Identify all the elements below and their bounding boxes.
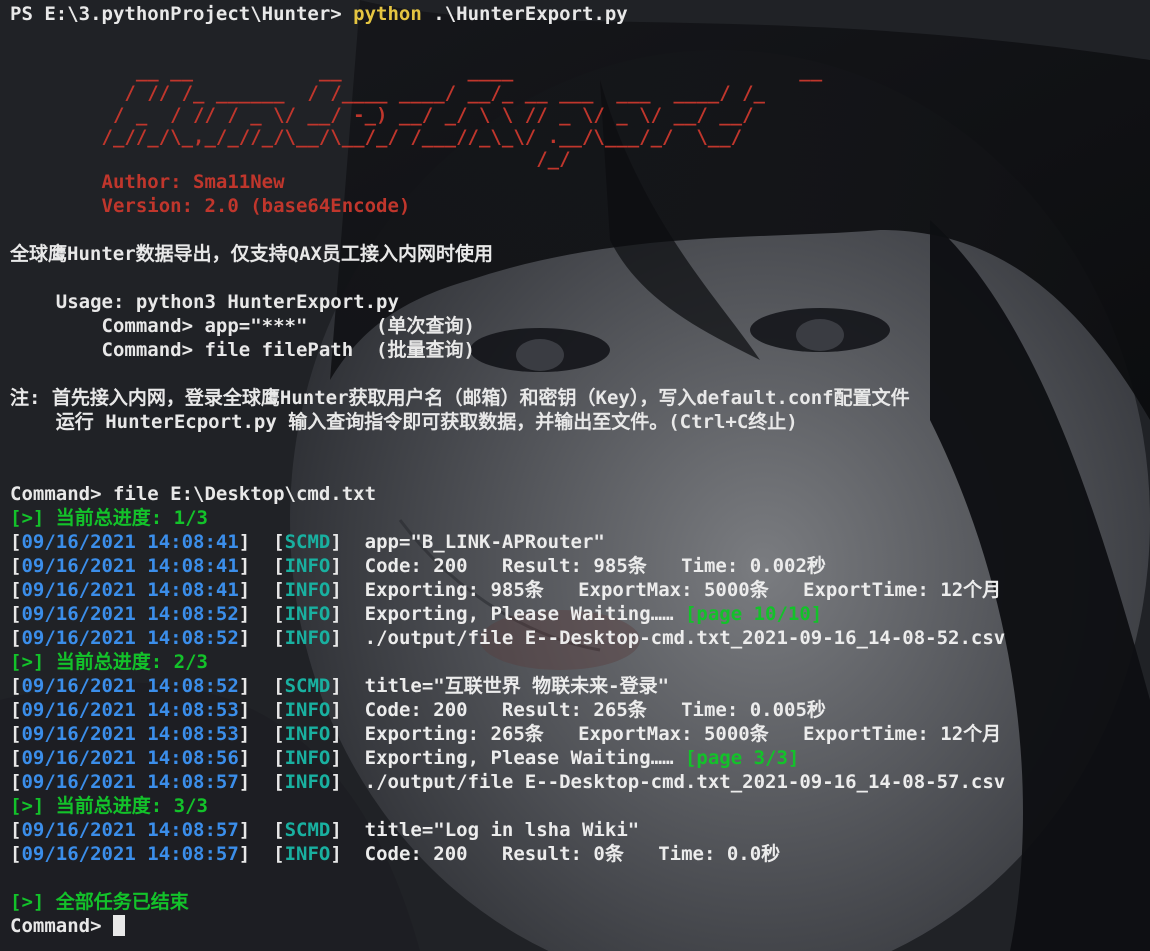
progress-line: [>] 当前总进度: 1/3 <box>10 507 208 529</box>
ascii-banner-line: / // /_ ______ / /____ ____/ __/_ __ ___… <box>10 82 765 104</box>
log-timestamp: 09/16/2021 14:08:53 <box>21 699 239 721</box>
log-timestamp: 09/16/2021 14:08:56 <box>21 747 239 769</box>
log-level: INFO <box>284 699 331 721</box>
usage-line: Command> app="***" (单次查询) <box>10 315 475 337</box>
log-level: INFO <box>284 747 331 769</box>
log-timestamp: 09/16/2021 14:08:53 <box>21 723 239 745</box>
log-message: title="Log in lsha Wiki" <box>364 819 640 841</box>
log-message: app="B_LINK-APRouter" <box>364 531 605 553</box>
log-message: title="互联世界 物联未来-登录" <box>364 675 670 697</box>
usage-line: Usage: python3 HunterExport.py <box>10 291 399 313</box>
log-entry: [09/16/2021 14:08:53] [INFO] Exporting: … <box>10 723 1002 745</box>
ascii-banner-line: __ __ __ ____ __ <box>10 60 823 82</box>
log-message: Exporting, Please Waiting…… <box>364 747 674 769</box>
log-level: SCMD <box>284 531 331 553</box>
log-level: INFO <box>284 555 331 577</box>
author-line: Author: Sma11New <box>10 171 285 193</box>
progress-line: [>] 当前总进度: 2/3 <box>10 651 208 673</box>
progress-line: [>] 当前总进度: 3/3 <box>10 795 208 817</box>
log-entry: [09/16/2021 14:08:52] [INFO] Exporting, … <box>10 603 823 625</box>
log-entry: [09/16/2021 14:08:41] [INFO] Exporting: … <box>10 579 1002 601</box>
log-message: ./output/file E--Desktop-cmd.txt_2021-09… <box>364 627 1006 649</box>
log-entry: [09/16/2021 14:08:41] [SCMD] app="B_LINK… <box>10 531 605 553</box>
log-page-indicator: [page 10/10] <box>684 603 823 625</box>
log-message: ./output/file E--Desktop-cmd.txt_2021-09… <box>364 771 1006 793</box>
log-output: [>] 当前总进度: 1/3 [09/16/2021 14:08:41] [SCM… <box>10 506 1150 866</box>
log-timestamp: 09/16/2021 14:08:41 <box>21 579 239 601</box>
command-prompt: Command> <box>10 915 113 937</box>
log-timestamp: 09/16/2021 14:08:52 <box>21 627 239 649</box>
log-entry: [09/16/2021 14:08:57] [INFO] ./output/fi… <box>10 771 1006 793</box>
shell-command-args: .\HunterExport.py <box>421 3 628 25</box>
log-message: Exporting: 985条 ExportMax: 5000条 ExportT… <box>364 579 1002 601</box>
log-timestamp: 09/16/2021 14:08:57 <box>21 771 239 793</box>
note-line: 运行 HunterEcport.py 输入查询指令即可获取数据，并输出至文件。(… <box>10 411 798 433</box>
log-level: INFO <box>284 771 331 793</box>
log-entry: [09/16/2021 14:08:52] [SCMD] title="互联世界… <box>10 675 670 697</box>
log-message: Code: 200 Result: 0条 Time: 0.0秒 <box>364 843 781 865</box>
log-message: Exporting, Please Waiting…… <box>364 603 674 625</box>
log-message: Code: 200 Result: 985条 Time: 0.002秒 <box>364 555 826 577</box>
log-entry: [09/16/2021 14:08:52] [INFO] ./output/fi… <box>10 627 1006 649</box>
ascii-banner-line: /_/ <box>10 148 571 170</box>
log-message: Exporting: 265条 ExportMax: 5000条 ExportT… <box>364 723 1002 745</box>
log-level: INFO <box>284 843 331 865</box>
log-entry: [09/16/2021 14:08:53] [INFO] Code: 200 R… <box>10 699 826 721</box>
log-timestamp: 09/16/2021 14:08:52 <box>21 603 239 625</box>
log-level: SCMD <box>284 675 331 697</box>
log-entry: [09/16/2021 14:08:41] [INFO] Code: 200 R… <box>10 555 826 577</box>
usage-line: Command> file filePath (批量查询) <box>10 339 475 361</box>
text-cursor[interactable] <box>112 915 125 936</box>
finished-message: [>] 全部任务已结束 <box>10 891 189 913</box>
log-level: SCMD <box>284 819 331 841</box>
log-level: INFO <box>284 579 331 601</box>
log-timestamp: 09/16/2021 14:08:57 <box>21 843 239 865</box>
log-timestamp: 09/16/2021 14:08:41 <box>21 555 239 577</box>
log-entry: [09/16/2021 14:08:57] [INFO] Code: 200 R… <box>10 843 781 865</box>
note-line: 注: 首先接入内网，登录全球鹰Hunter获取用户名（邮箱）和密钥（Key），写… <box>10 387 910 409</box>
log-message: Code: 200 Result: 265条 Time: 0.005秒 <box>364 699 826 721</box>
tool-description: 全球鹰Hunter数据导出，仅支持QAX员工接入内网时使用 <box>10 243 493 265</box>
command-input-line: Command> file E:\Desktop\cmd.txt <box>10 483 377 505</box>
shell-prompt: PS E:\3.pythonProject\Hunter> <box>10 3 354 25</box>
log-level: INFO <box>284 603 331 625</box>
log-entry: [09/16/2021 14:08:57] [SCMD] title="Log … <box>10 819 640 841</box>
log-page-indicator: [page 3/3] <box>684 747 800 769</box>
ascii-banner-line: / _ / // / _ \/ __/ -_) __/ _/ \ \ // _ … <box>10 104 754 126</box>
final-prompt-line[interactable]: Command> <box>10 914 1150 938</box>
log-timestamp: 09/16/2021 14:08:41 <box>21 531 239 553</box>
ascii-banner-line: /_//_/\_,_/_//_/\__/\__/_/ /___//_\_\/ .… <box>10 126 743 148</box>
log-level: INFO <box>284 627 331 649</box>
log-entry: [09/16/2021 14:08:56] [INFO] Exporting, … <box>10 747 800 769</box>
log-level: INFO <box>284 723 331 745</box>
shell-command: python <box>353 3 422 25</box>
terminal-window[interactable]: PS E:\3.pythonProject\Hunter> python .\H… <box>0 0 1150 951</box>
shell-prompt-line: PS E:\3.pythonProject\Hunter> python .\H… <box>10 2 1150 26</box>
version-line: Version: 2.0 (base64Encode) <box>10 195 411 217</box>
log-timestamp: 09/16/2021 14:08:57 <box>21 819 239 841</box>
log-timestamp: 09/16/2021 14:08:52 <box>21 675 239 697</box>
